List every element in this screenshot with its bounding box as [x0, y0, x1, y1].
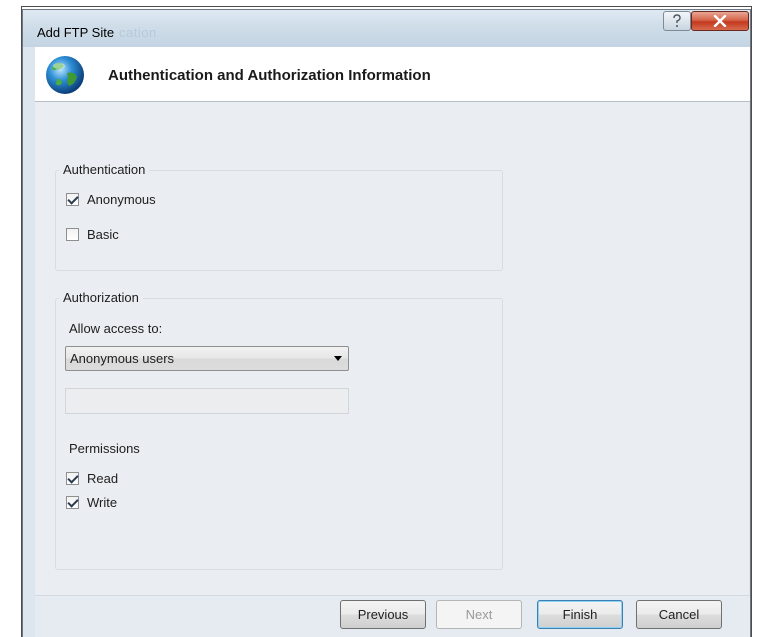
window-title-ghost: cation	[119, 25, 157, 40]
users-field[interactable]	[65, 388, 349, 414]
authorization-group	[55, 298, 503, 570]
authorization-group-label: Authorization	[59, 290, 143, 305]
help-button[interactable]	[663, 11, 691, 31]
basic-checkbox-row[interactable]: Basic	[66, 227, 119, 242]
title-bar[interactable]: Add FTP Site cation	[23, 10, 750, 47]
close-icon	[713, 15, 727, 27]
write-checkbox-row[interactable]: Write	[66, 495, 117, 510]
globe-icon	[46, 56, 84, 94]
write-label: Write	[87, 495, 118, 510]
outer-frame-right	[751, 6, 752, 637]
close-button[interactable]	[691, 11, 749, 31]
authentication-group-label: Authentication	[59, 162, 150, 177]
anonymous-checkbox[interactable]	[66, 193, 79, 206]
help-icon	[673, 14, 681, 27]
finish-button[interactable]: Finish	[537, 600, 623, 629]
write-checkbox[interactable]	[66, 496, 79, 509]
next-button[interactable]: Next	[436, 600, 522, 629]
permissions-label: Permissions	[69, 441, 140, 456]
basic-checkbox[interactable]	[66, 228, 79, 241]
window-title: Add FTP Site	[37, 25, 115, 40]
read-label: Read	[87, 471, 119, 486]
basic-label: Basic	[87, 227, 119, 242]
wizard-header: Authentication and Authorization Informa…	[35, 47, 750, 102]
read-checkbox-row[interactable]: Read	[66, 471, 118, 486]
chevron-down-icon	[334, 356, 342, 361]
outer-frame-top	[21, 6, 752, 7]
anonymous-label: Anonymous	[87, 192, 156, 207]
left-strip	[23, 47, 35, 637]
read-checkbox[interactable]	[66, 472, 79, 485]
authentication-group	[55, 170, 503, 271]
allow-access-label: Allow access to:	[69, 321, 163, 336]
cancel-button[interactable]: Cancel	[636, 600, 722, 629]
allow-access-value: Anonymous users	[70, 351, 175, 366]
add-ftp-site-dialog: Add FTP Site cation Authentication and A…	[22, 9, 751, 637]
page-title: Authentication and Authorization Informa…	[108, 67, 431, 84]
allow-access-dropdown[interactable]: Anonymous users	[65, 346, 349, 371]
previous-button[interactable]: Previous	[340, 600, 426, 629]
anonymous-checkbox-row[interactable]: Anonymous	[66, 192, 156, 207]
